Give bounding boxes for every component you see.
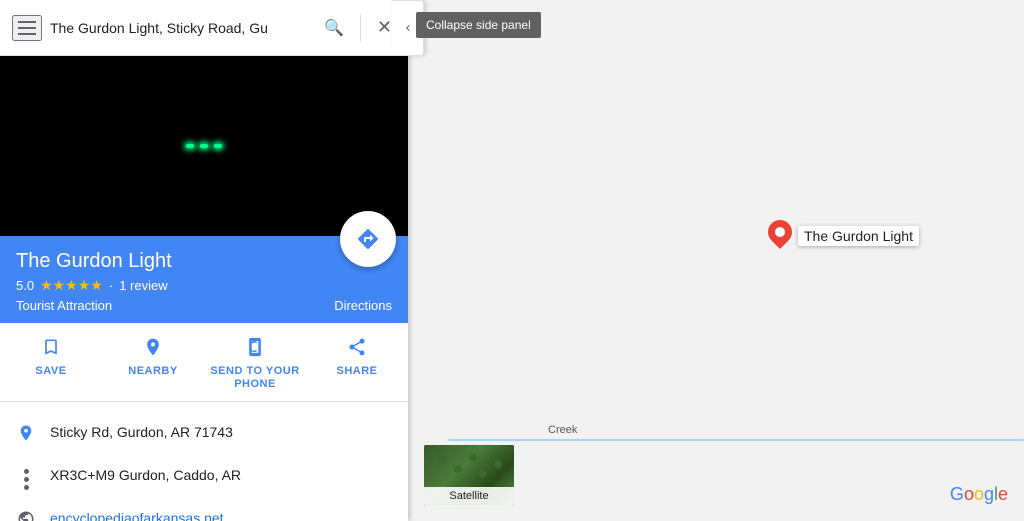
sat-tree-2 xyxy=(454,465,462,473)
map-marker: The Gurdon Light xyxy=(768,220,919,252)
marker-pin xyxy=(768,220,792,252)
collapse-arrow-icon xyxy=(402,22,414,34)
satellite-label: Satellite xyxy=(424,487,514,505)
rating-value: 5.0 xyxy=(16,278,34,293)
map-road xyxy=(448,439,1024,441)
address-icon xyxy=(16,424,36,447)
hero-section: The Gurdon Light 5.0 ★★★★★ · 1 review To… xyxy=(0,56,408,323)
rating-stars: ★★★★★ xyxy=(40,277,103,294)
plus-code-icon xyxy=(16,467,36,490)
sat-tree-5 xyxy=(494,460,502,468)
night-lights-decoration xyxy=(186,144,222,148)
search-divider xyxy=(360,14,361,42)
detail-address: Sticky Rd, Gurdon, AR 71743 xyxy=(0,414,408,457)
address-text: Sticky Rd, Gurdon, AR 71743 xyxy=(50,424,392,440)
google-logo: Google xyxy=(950,484,1008,505)
search-bar: 🔍 ✕ xyxy=(0,0,408,56)
collapse-tooltip: Collapse side panel xyxy=(416,12,541,38)
left-panel: 🔍 ✕ The Gurdon Light 5.0 ★★★★★ · 1 revie… xyxy=(0,0,408,521)
hero-image[interactable] xyxy=(0,56,408,236)
map-background[interactable]: Creek The Gurdon Light Satellite Google xyxy=(408,0,1024,521)
save-icon xyxy=(41,337,61,361)
google-o1: o xyxy=(964,484,974,504)
website-text[interactable]: encyclopediaofarkansas.net xyxy=(50,510,392,521)
place-name: The Gurdon Light xyxy=(16,250,392,273)
save-button[interactable]: SAVE xyxy=(0,323,102,401)
nearby-icon xyxy=(143,337,163,361)
google-e: e xyxy=(998,484,1008,504)
share-button[interactable]: SHARE xyxy=(306,323,408,401)
marker-label: The Gurdon Light xyxy=(798,226,919,246)
review-count: · xyxy=(109,278,113,293)
send-to-phone-button[interactable]: SEND TO YOUR PHONE xyxy=(204,323,306,401)
place-rating: 5.0 ★★★★★ · 1 review xyxy=(16,277,392,294)
search-button[interactable]: 🔍 xyxy=(320,14,348,42)
road-label: Creek xyxy=(548,424,577,436)
send-to-phone-icon xyxy=(245,337,265,361)
directions-label[interactable]: Directions xyxy=(334,298,392,313)
plus-code-text: XR3C+M9 Gurdon, Caddo, AR xyxy=(50,467,392,483)
share-icon xyxy=(347,337,367,361)
website-icon xyxy=(16,510,36,521)
directions-float-button[interactable] xyxy=(340,211,396,267)
send-to-phone-label: SEND TO YOUR PHONE xyxy=(210,365,300,391)
search-input[interactable] xyxy=(50,20,312,36)
website-link[interactable]: encyclopediaofarkansas.net xyxy=(50,510,224,521)
google-o2: o xyxy=(974,484,984,504)
sat-tree-4 xyxy=(479,470,487,478)
save-label: SAVE xyxy=(35,365,66,378)
detail-website[interactable]: encyclopediaofarkansas.net xyxy=(0,500,408,521)
details-list: Sticky Rd, Gurdon, AR 71743 XR3C+M9 Gurd… xyxy=(0,402,408,521)
menu-button[interactable] xyxy=(12,15,42,41)
sat-tree-1 xyxy=(439,455,447,463)
directions-icon xyxy=(356,227,380,251)
sat-tree-3 xyxy=(469,453,477,461)
nearby-label: NEARBY xyxy=(128,365,177,378)
action-buttons: SAVE NEARBY SEND TO YOUR PHONE SHARE xyxy=(0,323,408,402)
nearby-button[interactable]: NEARBY xyxy=(102,323,204,401)
satellite-thumbnail[interactable]: Satellite xyxy=(424,445,514,505)
detail-plus-code: XR3C+M9 Gurdon, Caddo, AR xyxy=(0,457,408,500)
google-g: G xyxy=(950,484,964,504)
review-count-text: 1 review xyxy=(119,278,167,293)
map-area[interactable]: Collapse side panel Creek The Gurdon Lig… xyxy=(408,0,1024,521)
share-label: SHARE xyxy=(336,365,377,378)
google-g2: g xyxy=(984,484,994,504)
